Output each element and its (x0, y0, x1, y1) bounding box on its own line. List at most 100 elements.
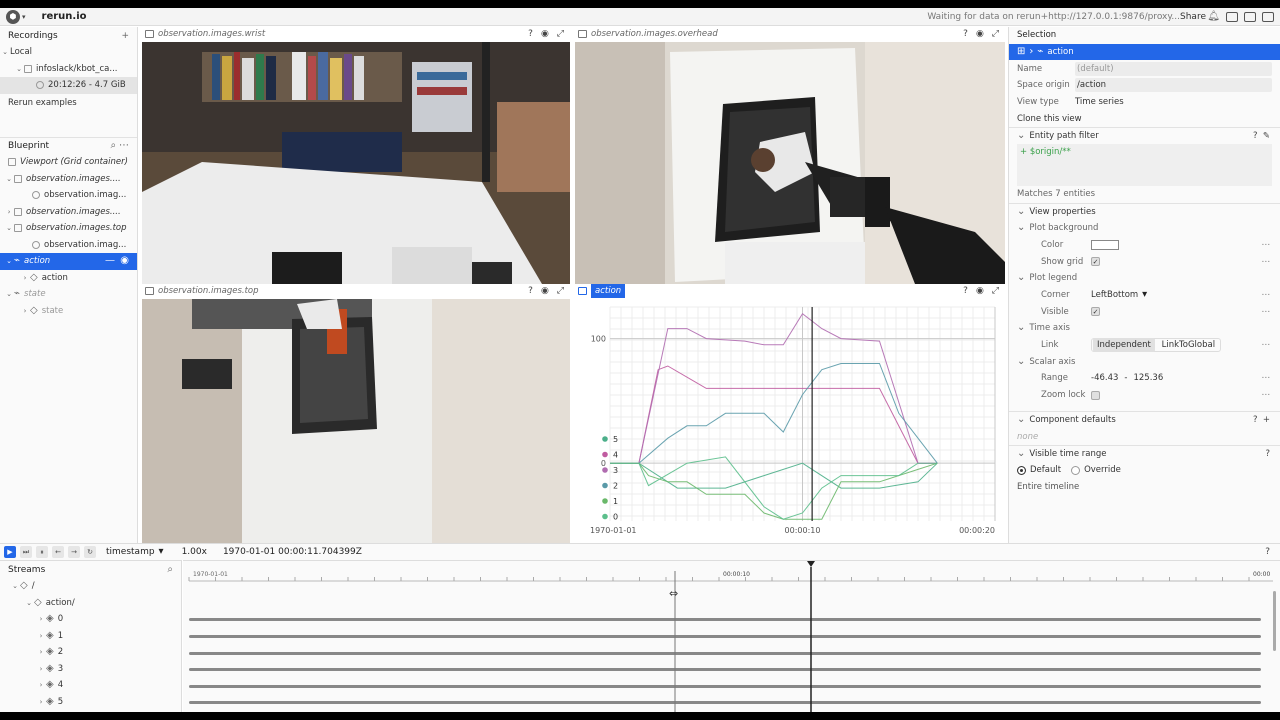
blueprint-view-wrist[interactable]: ⌄ observation.images.... (0, 171, 137, 188)
blueprint-entity-wrist[interactable]: observation.imag... (0, 187, 137, 204)
stream-child[interactable]: › ◈ 0 (0, 611, 181, 628)
blueprint-entity-action[interactable]: › ◇ action (0, 270, 137, 287)
stream-child[interactable]: › ◈ 1 (0, 628, 181, 645)
dropdown-caret-icon[interactable]: ▾ (1142, 289, 1147, 300)
timeline-scrollbar[interactable] (1273, 591, 1276, 651)
stream-data-bar[interactable] (189, 685, 1261, 688)
blueprint-entity-state[interactable]: › ◇ state (0, 303, 137, 320)
step-back-icon[interactable]: ← (52, 546, 64, 558)
range-max-field[interactable]: 125.36 (1133, 373, 1163, 383)
chevron-down-icon[interactable]: ⌄ (4, 175, 14, 183)
view-top[interactable]: observation.images.top ? ◉ ⤢ (142, 284, 570, 543)
add-recording-icon[interactable]: + (121, 31, 129, 41)
selected-item[interactable]: ⊞ › ⌁ action (1009, 43, 1280, 61)
maximize-icon[interactable]: ⤢ (557, 29, 564, 39)
view-title[interactable]: observation.images.overhead (591, 29, 718, 39)
stream-root[interactable]: ⌄ ◇ / (0, 578, 181, 595)
chevron-down-icon[interactable]: ⌄ (14, 65, 24, 73)
plot-legend-header[interactable]: ⌄ Plot legend (1009, 270, 1280, 287)
view-overhead[interactable]: observation.images.overhead ? ◉ ⤢ (575, 27, 1005, 284)
stream-child[interactable]: › ◈ 2 (0, 644, 181, 661)
chevron-right-icon[interactable]: › (4, 208, 14, 216)
override-radio[interactable] (1071, 465, 1081, 475)
blueprint-view-action[interactable]: ⌄ ⌁ action — ◉ (0, 253, 137, 270)
timeline-selector[interactable]: timestamp (106, 547, 155, 557)
drag-horizontal-icon[interactable]: ⇔ (669, 587, 678, 600)
timeline-canvas[interactable]: 1970-01-01 00:00:10 00:00 ⇔ (183, 561, 1280, 712)
stream-data-bar[interactable] (189, 701, 1261, 704)
more-icon[interactable]: ⋯ (1262, 240, 1271, 250)
stream-action[interactable]: ⌄ ◇ action/ (0, 595, 181, 612)
scalar-axis-header[interactable]: ⌄ Scalar axis (1009, 353, 1280, 370)
play-icon[interactable]: ▶ (4, 546, 16, 558)
chevron-down-icon[interactable]: ⌄ (24, 599, 34, 607)
chevron-down-icon[interactable]: ⌄ (10, 582, 20, 590)
timeline-panel[interactable]: 1970-01-01 00:00:10 00:00 ⇔ (183, 560, 1280, 712)
help-icon[interactable]: ? (1265, 449, 1270, 459)
range-min-field[interactable]: -46.43 (1091, 373, 1118, 383)
more-icon[interactable]: ⋯ (119, 141, 129, 151)
maximize-icon[interactable]: ⤢ (557, 286, 564, 296)
help-icon[interactable]: ? (528, 29, 533, 39)
blueprint-view-overhead[interactable]: › observation.images.... (0, 204, 137, 221)
blueprint-view-top[interactable]: ⌄ observation.images.top (0, 220, 137, 237)
bell-icon[interactable]: 🔔︎ (1207, 11, 1220, 22)
component-defaults-header[interactable]: ⌄ Component defaults ? + (1009, 411, 1280, 428)
time-cursor-handle-icon[interactable] (807, 561, 815, 567)
chevron-down-icon[interactable]: ⌄ (4, 224, 14, 232)
edit-icon[interactable]: ✎ (1263, 131, 1270, 141)
viewport-item[interactable]: Viewport (Grid container) (0, 154, 137, 171)
eye-icon[interactable]: ◉ (120, 256, 129, 266)
current-time-field[interactable]: 1970-01-01 00:00:11.704399Z (223, 547, 362, 557)
chevron-right-icon[interactable]: › (36, 698, 46, 706)
stream-child[interactable]: › ◈ 3 (0, 661, 181, 678)
chevron-right-icon[interactable]: › (36, 648, 46, 656)
help-icon[interactable]: ? (528, 286, 533, 296)
loop-icon[interactable]: ↻ (84, 546, 96, 558)
stream-data-bar[interactable] (189, 618, 1261, 621)
local-group[interactable]: ⌄ Local (0, 44, 137, 61)
chevron-down-icon[interactable]: ⌄ (4, 257, 14, 265)
add-icon[interactable]: + (1263, 415, 1270, 425)
more-icon[interactable]: ⋯ (1262, 307, 1271, 317)
help-icon[interactable]: ? (963, 286, 968, 296)
stream-data-bar[interactable] (189, 635, 1261, 638)
blueprint-view-state[interactable]: ⌄ ⌁ state (0, 286, 137, 303)
more-icon[interactable]: ⋯ (1262, 290, 1271, 300)
chevron-right-icon[interactable]: › (36, 632, 46, 640)
show-grid-checkbox[interactable]: ✓ (1091, 257, 1100, 267)
stream-child[interactable]: › ◈ 5 (0, 694, 181, 711)
chevron-right-icon[interactable]: › (20, 274, 30, 282)
remove-icon[interactable]: — (105, 256, 115, 266)
default-radio[interactable] (1017, 465, 1026, 475)
step-forward-icon[interactable]: ⏭ (20, 546, 32, 558)
dataset-item[interactable]: ⌄ infoslack/kbot_ca... (0, 61, 137, 78)
view-title[interactable]: observation.images.top (158, 286, 259, 296)
view-wrist[interactable]: observation.images.wrist ? ◉ ⤢ (142, 27, 570, 284)
color-swatch[interactable] (1091, 239, 1119, 250)
legend-visible-checkbox[interactable]: ✓ (1091, 307, 1100, 317)
stream-data-bar[interactable] (189, 652, 1261, 655)
share-button[interactable]: Share (1180, 12, 1206, 22)
menu-caret-icon[interactable]: ▾ (22, 13, 26, 21)
time-axis-header[interactable]: ⌄ Time axis (1009, 320, 1280, 337)
playback-speed[interactable]: 1.00x (182, 547, 207, 557)
entity-filter-editor[interactable]: + $origin/** (1017, 144, 1272, 187)
view-title[interactable]: observation.images.wrist (158, 29, 265, 39)
chevron-down-icon[interactable]: ⌄ (0, 48, 10, 56)
recording-item[interactable]: 20:12:26 - 4.7 GiB (0, 77, 137, 94)
corner-dropdown[interactable]: LeftBottom (1091, 290, 1138, 300)
more-icon[interactable]: ⋯ (1262, 390, 1271, 400)
rerun-logo-icon[interactable]: ⬢ (6, 9, 20, 24)
eye-icon[interactable]: ◉ (976, 286, 984, 296)
stream-child[interactable]: › ◈ 4 (0, 677, 181, 694)
zoom-lock-checkbox[interactable] (1091, 390, 1100, 400)
view-title[interactable]: action (591, 284, 626, 298)
help-icon[interactable]: ? (1253, 131, 1258, 141)
eye-icon[interactable]: ◉ (541, 286, 549, 296)
space-origin-field[interactable]: /action (1075, 78, 1272, 93)
chevron-down-icon[interactable]: ⌄ (4, 290, 14, 298)
right-panel-toggle-icon[interactable] (1262, 11, 1274, 22)
view-action[interactable]: action ? ◉ ⤢ 100 0 1970-01-01 00:00:10 00:00:2… (575, 284, 1005, 543)
search-icon[interactable]: ⌕ (111, 141, 117, 151)
